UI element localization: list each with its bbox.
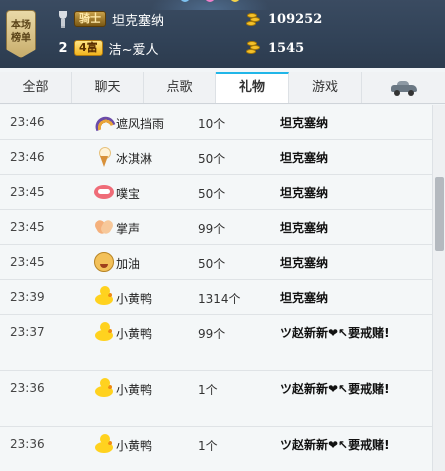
- gift-time: 23:45: [10, 255, 45, 269]
- list-item: 23:46 遮风挡雨 10个 坦克塞纳: [0, 105, 432, 140]
- gift-time: 23:46: [10, 150, 45, 164]
- coin-icon: [244, 12, 262, 28]
- list-item: 23:45 噗宝 50个 坦克塞纳: [0, 175, 432, 210]
- list-item: 23:46 冰淇淋 50个 坦克塞纳: [0, 140, 432, 175]
- duck-icon: [94, 286, 114, 306]
- sender-name[interactable]: 坦克塞纳: [280, 183, 400, 203]
- sender-name[interactable]: 坦克塞纳: [280, 288, 400, 308]
- gift-count: 1个: [198, 383, 218, 397]
- duck-icon: [94, 322, 114, 342]
- gift-count: 99个: [198, 327, 226, 341]
- gift-name: 小黄鸭: [116, 383, 153, 397]
- gift-time: 23:45: [10, 185, 45, 199]
- sender-name[interactable]: ツ赵新新❤↖要戒赌!: [280, 323, 400, 343]
- gift-name: 小黄鸭: [116, 327, 153, 341]
- gift-name: 小黄鸭: [116, 439, 153, 453]
- sender-name[interactable]: 坦克塞纳: [280, 253, 400, 273]
- mouth-icon: [94, 185, 114, 199]
- duck-icon: [94, 434, 114, 454]
- rank-row-1[interactable]: 骑士 坦克塞纳: [56, 8, 164, 30]
- trophy-icon: [56, 11, 70, 28]
- list-item: 23:45 加油 50个 坦克塞纳: [0, 245, 432, 280]
- duck-icon: [94, 378, 114, 398]
- list-item: 23:45 掌声 99个 坦克塞纳: [0, 210, 432, 245]
- ice-cream-icon: [94, 147, 114, 167]
- tab-gifts[interactable]: 礼物: [216, 72, 289, 103]
- umbrella-icon: [92, 113, 116, 132]
- gift-count: 10个: [198, 117, 226, 131]
- sender-name[interactable]: ツ赵新新❤↖要戒赌!: [280, 435, 400, 455]
- gift-name: 加油: [116, 257, 141, 271]
- scrollbar-thumb[interactable]: [435, 177, 444, 251]
- gift-name: 小黄鸭: [116, 292, 153, 306]
- header-decoration: [150, 0, 270, 10]
- gift-time: 23:39: [10, 290, 45, 304]
- gift-time: 23:36: [10, 437, 45, 451]
- rank-panel: 本场榜单 骑士 坦克塞纳 109252 2 4富 洁~爱人 1545: [0, 0, 445, 68]
- tab-song-request[interactable]: 点歌: [144, 72, 216, 103]
- gift-name: 掌声: [116, 222, 141, 236]
- rank-score: 109252: [268, 12, 323, 27]
- sender-name[interactable]: 坦克塞纳: [280, 113, 400, 133]
- level-badge: 骑士: [74, 11, 106, 27]
- gift-count: 50个: [198, 257, 226, 271]
- sender-name[interactable]: 坦克塞纳: [280, 218, 400, 238]
- gift-list: 23:46 遮风挡雨 10个 坦克塞纳 23:46 冰淇淋 50个 坦克塞纳 2…: [0, 105, 432, 471]
- list-item: 23:39 小黄鸭 1314个 坦克塞纳: [0, 280, 432, 315]
- sender-name[interactable]: ツ赵新新❤↖要戒赌!: [280, 379, 400, 399]
- scrollbar[interactable]: [432, 105, 445, 471]
- car-icon: [390, 81, 417, 96]
- gift-time: 23:36: [10, 381, 45, 395]
- gift-count: 99个: [198, 222, 226, 236]
- level-badge: 4富: [74, 40, 103, 56]
- tab-games[interactable]: 游戏: [289, 72, 362, 103]
- sender-name[interactable]: 坦克塞纳: [280, 148, 400, 168]
- gift-count: 1个: [198, 439, 218, 453]
- gift-name: 遮风挡雨: [116, 117, 165, 131]
- gift-name: 噗宝: [116, 187, 141, 201]
- gift-time: 23:45: [10, 220, 45, 234]
- clap-icon: [94, 217, 114, 237]
- tab-vehicles[interactable]: [362, 72, 445, 103]
- coin-icon: [244, 40, 262, 56]
- tab-chat[interactable]: 聊天: [72, 72, 144, 103]
- tab-all[interactable]: 全部: [0, 72, 72, 103]
- rank-user-name[interactable]: 洁~爱人: [109, 39, 159, 58]
- gift-name: 冰淇淋: [116, 152, 153, 166]
- tab-bar: 全部 聊天 点歌 礼物 游戏: [0, 72, 445, 104]
- rank-user-name[interactable]: 坦克塞纳: [112, 10, 164, 29]
- list-item: 23:37 小黄鸭 99个 ツ赵新新❤↖要戒赌!: [0, 315, 432, 371]
- rank-list-badge[interactable]: 本场榜单: [6, 10, 36, 58]
- gift-count: 50个: [198, 187, 226, 201]
- gift-time: 23:46: [10, 115, 45, 129]
- gift-time: 23:37: [10, 325, 45, 339]
- list-item: 23:36 小黄鸭 1个 ツ赵新新❤↖要戒赌!: [0, 427, 432, 471]
- gift-count: 50个: [198, 152, 226, 166]
- rank-number: 2: [58, 40, 68, 56]
- list-item: 23:36 小黄鸭 1个 ツ赵新新❤↖要戒赌!: [0, 371, 432, 427]
- rank-row-2[interactable]: 2 4富 洁~爱人: [56, 37, 159, 59]
- rank-score: 1545: [268, 41, 305, 56]
- gift-count: 1314个: [198, 292, 241, 306]
- cheer-icon: [94, 252, 114, 272]
